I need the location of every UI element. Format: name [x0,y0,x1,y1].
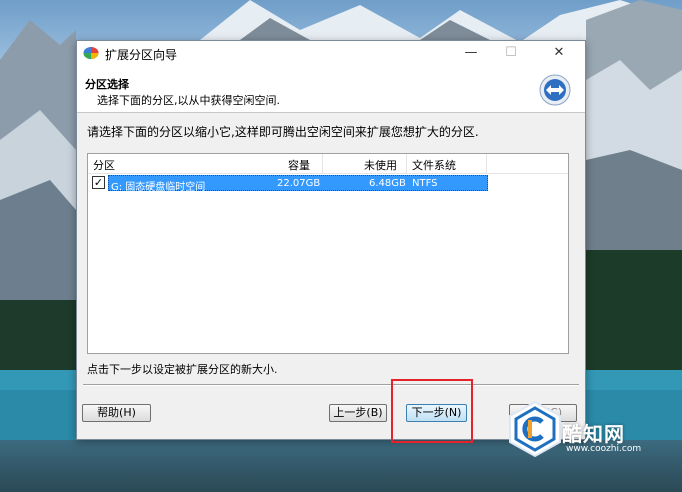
maximize-button[interactable]: ☐ [491,41,531,66]
wizard-header: 分区选择 选择下面的分区,以从中获得空闲空间. [77,66,585,113]
coozhi-watermark: 酷知网 www.coozhi.com [506,400,666,466]
forest-right [580,250,682,370]
coozhi-logo-icon [509,400,561,458]
step-subtitle: 选择下面的分区,以从中获得空闲空间. [97,94,280,107]
partition-row[interactable]: ✓ G: 固态硬盘临时空间 22.07GB 6.48GB NTFS [92,175,488,193]
back-button[interactable]: 上一步(B) [329,404,387,422]
column-filesystem[interactable]: 文件系统 [412,157,456,173]
list-header: 分区 容量 未使用 文件系统 [88,154,568,174]
close-button[interactable]: ✕ [539,41,579,66]
disk-partition-app-icon [83,47,99,59]
partition-checkbox[interactable]: ✓ [92,176,105,189]
expand-partition-wizard-dialog: 扩展分区向导 — ☐ ✕ 分区选择 选择下面的分区,以从中获得空闲空间. 请选择… [76,40,586,440]
column-partition[interactable]: 分区 [93,157,115,173]
selected-row-highlight[interactable]: G: 固态硬盘临时空间 22.07GB 6.48GB NTFS [108,175,488,193]
watermark-brand: 酷知网 [562,422,625,446]
help-button[interactable]: 帮助(H) [82,404,151,422]
watermark-url: www.coozhi.com [566,444,642,454]
column-unused[interactable]: 未使用 [364,157,397,173]
minimize-button[interactable]: — [451,41,491,66]
step-title: 分区选择 [85,78,129,91]
partition-list[interactable]: 分区 容量 未使用 文件系统 ✓ G: 固态硬盘临时空间 22.07GB 6.4… [87,153,569,354]
forest-left [0,300,80,370]
partition-capacity: 22.07GB [277,178,321,189]
column-separator [486,154,487,173]
partition-name: G: 固态硬盘临时空间 [111,182,206,193]
partition-unused: 6.48GB [369,178,406,189]
column-capacity[interactable]: 容量 [288,157,310,173]
column-separator [406,154,407,173]
annotation-highlight-box [391,379,473,443]
title-bar[interactable]: 扩展分区向导 — ☐ ✕ [77,41,585,66]
window-title: 扩展分区向导 [105,48,178,62]
instruction-text: 请选择下面的分区以缩小它,这样即可腾出空闲空间来扩展您想扩大的分区. [87,125,479,139]
divider [83,384,579,386]
partition-filesystem: NTFS [412,178,438,189]
footer-hint: 点击下一步以设定被扩展分区的新大小. [87,363,278,376]
column-separator [322,154,323,173]
expand-arrows-icon [539,74,571,106]
